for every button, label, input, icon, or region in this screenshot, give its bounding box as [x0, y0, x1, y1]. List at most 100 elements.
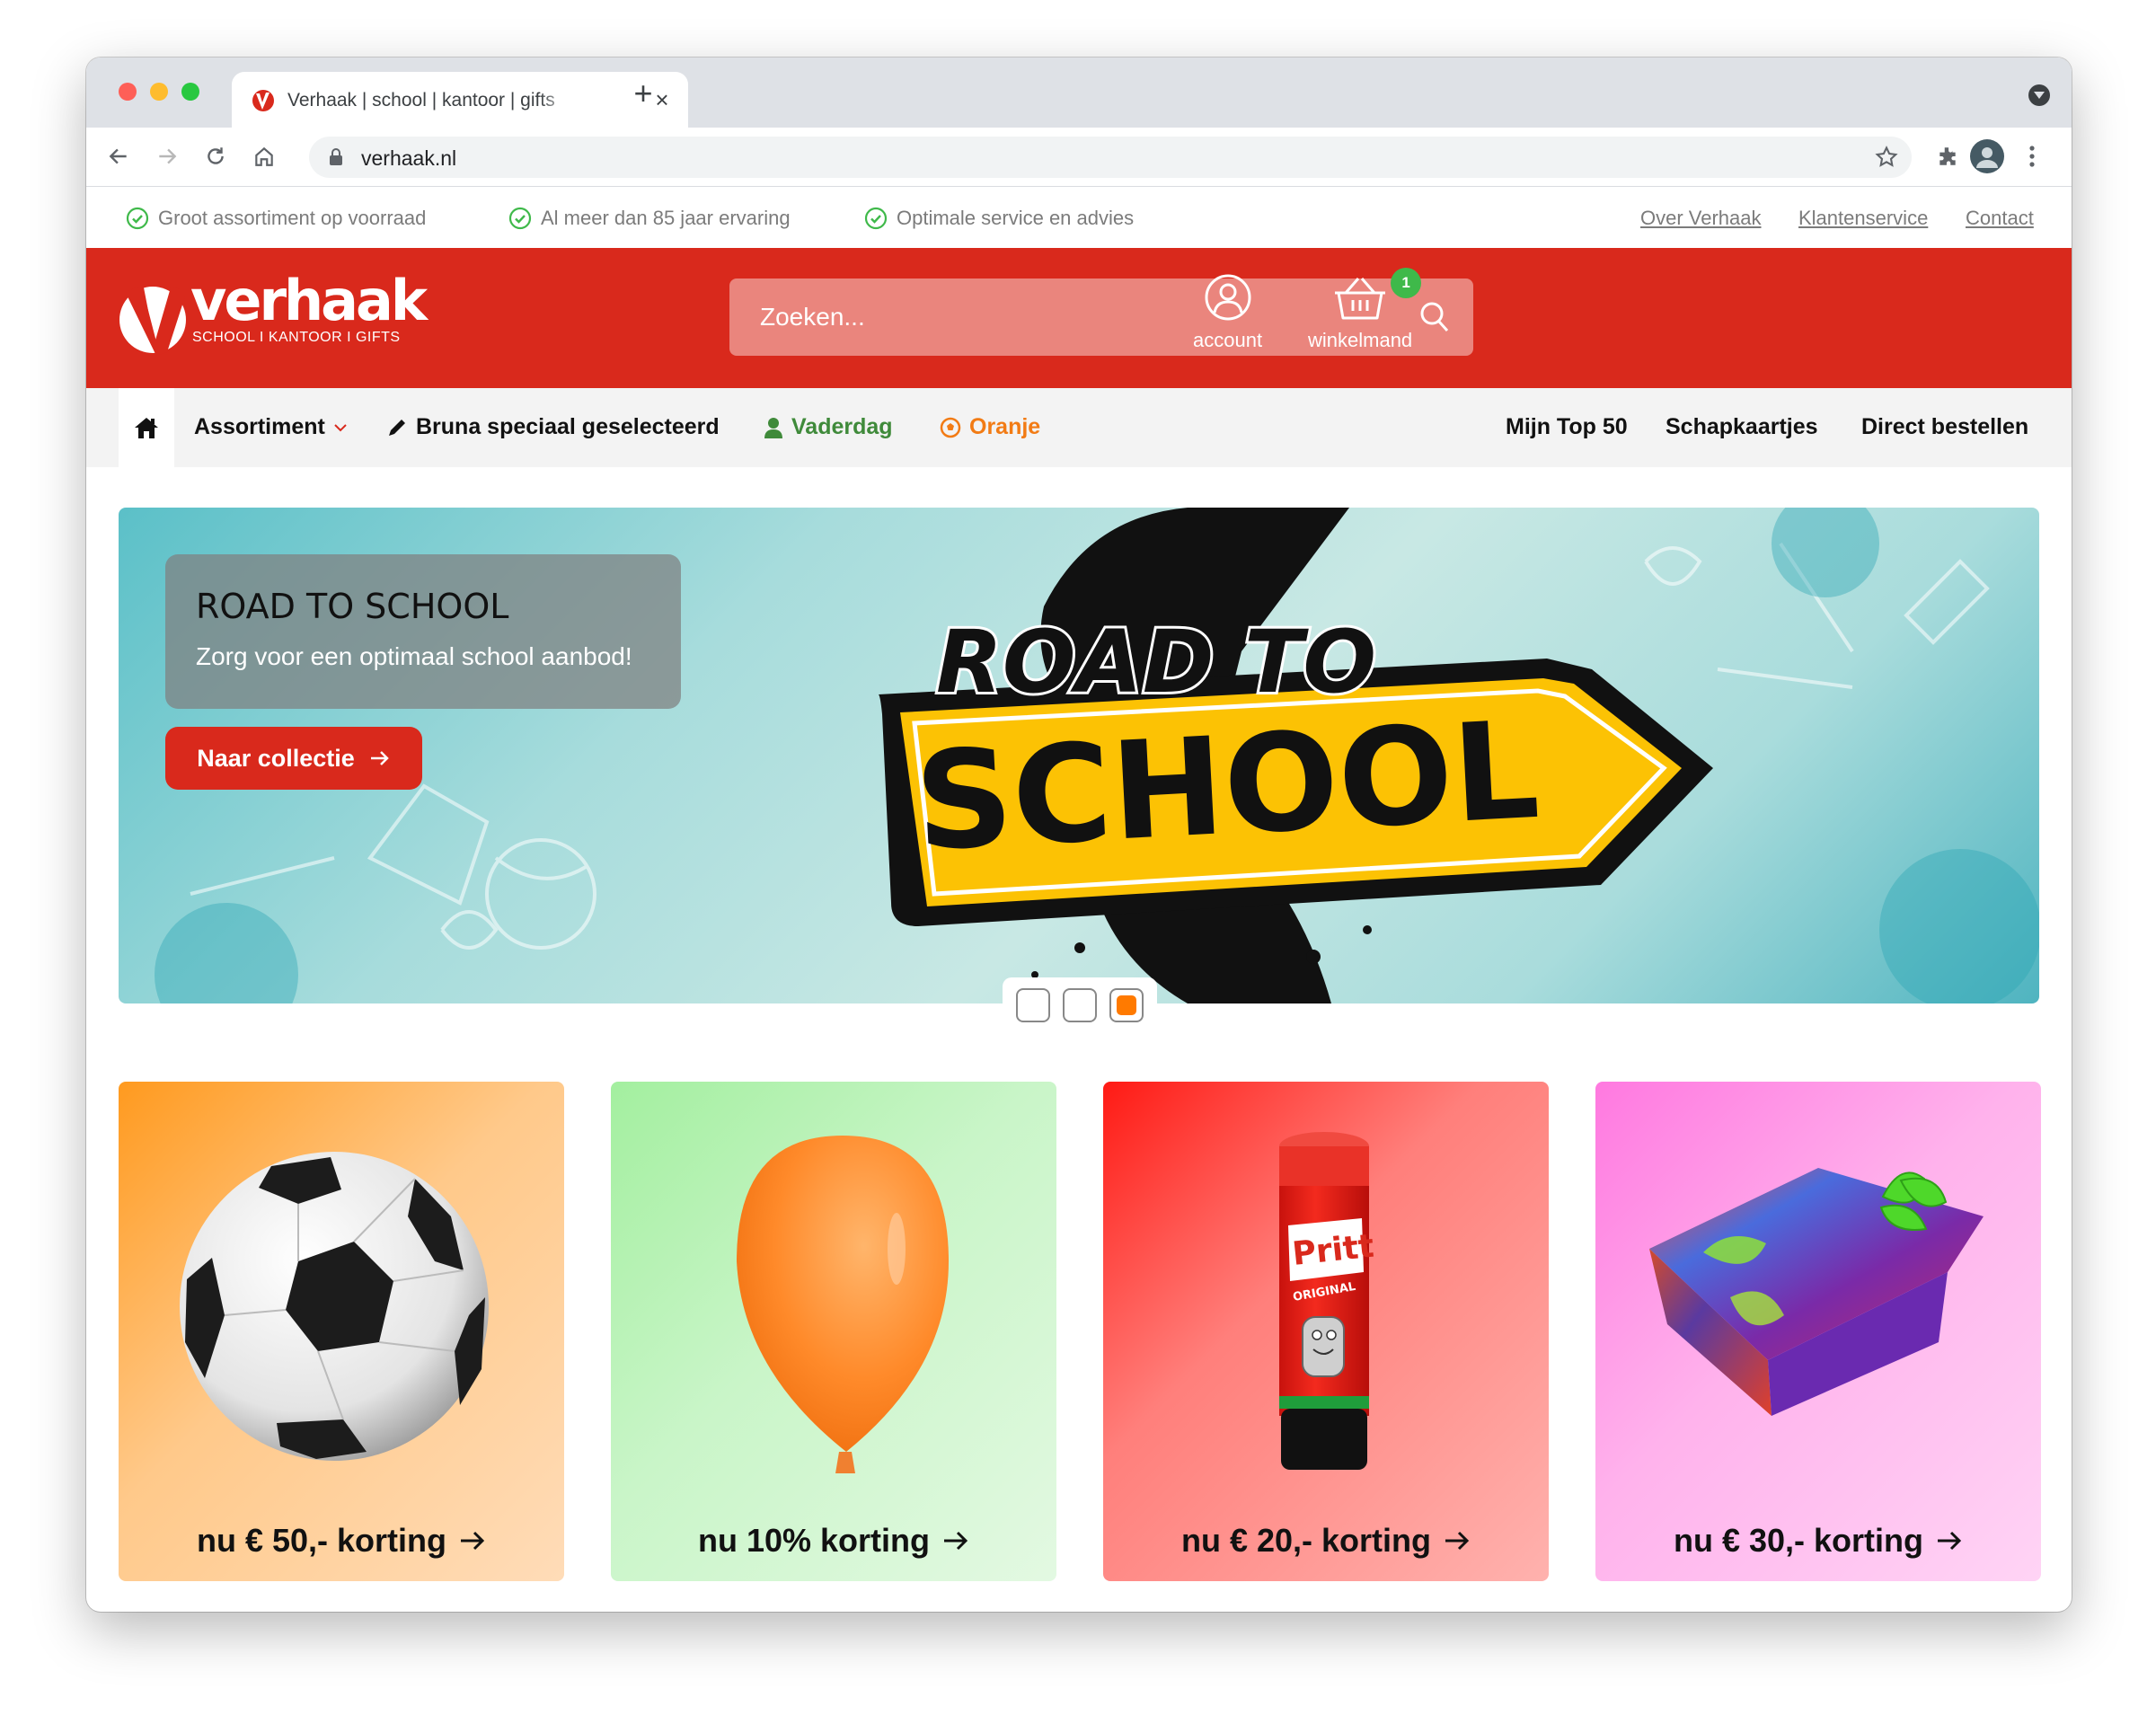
home-button[interactable] [246, 138, 282, 174]
link-contact[interactable]: Contact [1966, 207, 2034, 230]
nav-item-bruna[interactable]: Bruna speciaal geselecteerd [386, 414, 720, 440]
promo-card-gift[interactable]: nu € 30,- korting [1595, 1082, 2041, 1581]
arrow-right-icon [1445, 1531, 1470, 1551]
profile-button[interactable] [1969, 138, 2005, 174]
verhaak-logo[interactable]: verhaak SCHOOL I KANTOOR I GIFTS [117, 268, 428, 363]
hero-subtitle: Zorg voor een optimaal school aanbod! [196, 642, 632, 670]
usp-item: Optimale service en advies [864, 207, 1134, 230]
forward-button[interactable] [149, 138, 185, 174]
nav-item-oranje[interactable]: Oranje [940, 414, 1040, 440]
tab-overflow-icon[interactable] [2028, 84, 2050, 106]
usp-text: Groot assortiment op voorraad [158, 207, 427, 229]
tab-title: Verhaak | school | kantoor | gifts [287, 90, 575, 111]
basket-icon [1335, 278, 1386, 320]
promo-card-label: nu € 30,- korting [1595, 1522, 2041, 1560]
usp-text: Optimale service en advies [897, 207, 1135, 229]
promo-text: nu 10% korting [697, 1522, 931, 1559]
browser-tab-active[interactable]: Verhaak | school | kantoor | gifts × [232, 72, 688, 128]
nav-item-vaderdag[interactable]: Vaderdag [764, 414, 893, 440]
carousel-indicators [1003, 977, 1157, 1028]
naar-collectie-button[interactable]: Naar collectie [165, 727, 422, 790]
arrow-right-icon [370, 751, 389, 765]
promo-text: nu € 50,- korting [196, 1522, 447, 1559]
nav-label: Vaderdag [791, 414, 893, 439]
promo-card-label: nu € 50,- korting [119, 1522, 564, 1560]
nav-label: Schapkaartjes [1666, 414, 1818, 439]
pritt-glue-stick-image: Pritt ORIGINAL [1279, 1132, 1375, 1470]
promo-card-pritt[interactable]: Pritt ORIGINAL nu € 20,- korting [1103, 1082, 1549, 1581]
maximize-window-button[interactable] [181, 83, 199, 101]
tab-strip: Verhaak | school | kantoor | gifts × + [86, 57, 2072, 128]
extensions-icon [1940, 147, 1956, 165]
arrow-right-icon [944, 1531, 968, 1551]
road-to-school-sign: ROAD TO SCHOOL [879, 508, 1713, 1003]
hero-banner[interactable]: ROAD TO SCHOOL ROAD TO SCHOOL Zorg voor … [119, 508, 2039, 1003]
new-tab-button[interactable]: + [625, 75, 661, 111]
browser-toolbar: verhaak.nl [86, 128, 2072, 187]
address-bar[interactable]: verhaak.nl [309, 137, 1912, 178]
usp-item: Al meer dan 85 jaar ervaring [508, 207, 791, 230]
soccer-ball-icon [940, 417, 961, 438]
promo-text: nu € 20,- korting [1180, 1522, 1432, 1559]
main-nav: Assortiment Bruna speciaal geselecteerd … [86, 388, 2072, 467]
account-icon [1205, 274, 1251, 321]
link-klantenservice[interactable]: Klantenservice [1798, 207, 1928, 230]
promo-card-label: nu 10% korting [611, 1522, 1056, 1560]
orange-balloon-image [737, 1136, 949, 1473]
link-over-verhaak[interactable]: Over Verhaak [1640, 207, 1762, 230]
carousel-dot-3-active[interactable] [1109, 988, 1144, 1022]
nav-item-assortiment[interactable]: Assortiment [194, 414, 348, 440]
browser-window: Verhaak | school | kantoor | gifts × + v… [86, 57, 2072, 1612]
lock-icon [330, 148, 342, 165]
search-icon[interactable] [1419, 301, 1450, 333]
usp-text: Al meer dan 85 jaar ervaring [541, 207, 791, 229]
logo-tagline: SCHOOL I KANTOOR I GIFTS [192, 330, 401, 345]
nav-item-schapkaartjes[interactable]: Schapkaartjes [1666, 414, 1818, 440]
account-label: account [1193, 329, 1263, 351]
verhaak-favicon-icon [252, 90, 274, 111]
nav-label: Oranje [969, 414, 1041, 439]
promo-card-label: nu € 20,- korting [1103, 1522, 1549, 1560]
art-line2: SCHOOL [912, 693, 1542, 881]
nav-home-button[interactable] [119, 388, 174, 467]
hero-title: ROAD TO SCHOOL [196, 587, 509, 626]
arrow-right-icon [1938, 1531, 1962, 1551]
carousel-dot-1[interactable] [1016, 988, 1050, 1022]
cta-label: Naar collectie [197, 744, 355, 772]
check-circle-icon [126, 207, 149, 230]
carousel-dot-2[interactable] [1063, 988, 1097, 1022]
nav-label: Bruna speciaal geselecteerd [416, 414, 720, 439]
browser-menu-button[interactable] [2014, 138, 2050, 174]
site-header: verhaak SCHOOL I KANTOOR I GIFTS account… [86, 248, 2072, 388]
home-icon [255, 146, 273, 166]
nav-item-mijn-top-50[interactable]: Mijn Top 50 [1506, 414, 1628, 440]
nav-item-direct-bestellen[interactable]: Direct bestellen [1861, 414, 2028, 440]
cart-button[interactable]: 1 winkelmand [1308, 268, 1422, 352]
usp-item: Groot assortiment op voorraad [126, 207, 426, 230]
reload-icon [208, 147, 224, 164]
arrow-right-icon [461, 1531, 485, 1551]
nav-label: Direct bestellen [1861, 414, 2029, 439]
check-circle-icon [508, 207, 532, 230]
account-button[interactable]: account [1193, 273, 1262, 352]
back-button[interactable] [101, 138, 137, 174]
profile-icon [1970, 139, 2004, 173]
promo-card-balloon[interactable]: nu 10% korting [611, 1082, 1056, 1581]
logo-wordmark: verhaak [190, 268, 428, 333]
usp-bar: Groot assortiment op voorraad Al meer da… [86, 187, 2072, 248]
minimize-window-button[interactable] [150, 83, 168, 101]
verhaak-logo-mark-icon [119, 287, 186, 356]
star-icon[interactable] [1874, 145, 1899, 170]
chevron-down-icon [334, 423, 347, 431]
hero-caption-box: ROAD TO SCHOOL Zorg voor een optimaal sc… [165, 554, 681, 709]
promo-card-soccer[interactable]: nu € 50,- korting [119, 1082, 564, 1581]
url-text: verhaak.nl [361, 146, 457, 170]
user-icon [764, 417, 782, 438]
close-window-button[interactable] [119, 83, 137, 101]
check-circle-icon [864, 207, 888, 230]
extensions-button[interactable] [1930, 138, 1966, 174]
reload-button[interactable] [198, 138, 234, 174]
home-icon [135, 418, 158, 438]
promo-text: nu € 30,- korting [1673, 1522, 1924, 1559]
nav-label: Assortiment [194, 414, 325, 439]
